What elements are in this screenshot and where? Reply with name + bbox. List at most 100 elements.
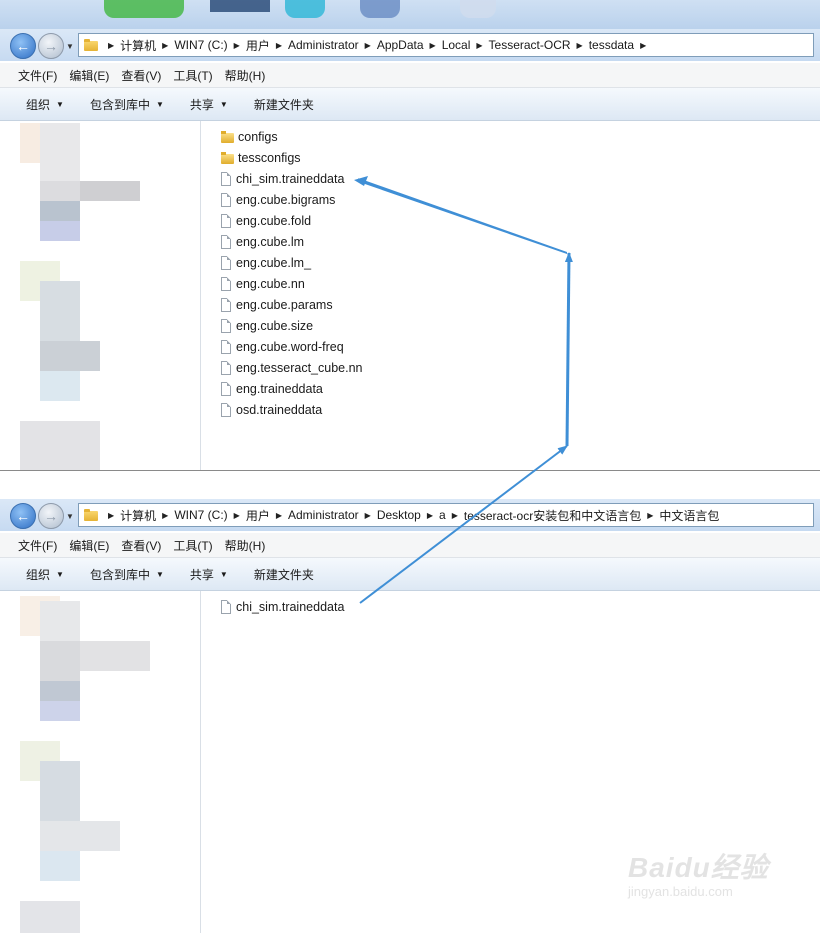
- file-name: eng.cube.size: [236, 318, 314, 333]
- share-button[interactable]: 共享 ▼: [190, 96, 228, 113]
- breadcrumb-item[interactable]: a: [439, 508, 446, 522]
- back-button[interactable]: ←: [10, 33, 36, 59]
- chevron-down-icon: ▼: [219, 569, 228, 579]
- file-icon: [221, 171, 231, 186]
- file-item[interactable]: eng.cube.fold: [221, 210, 362, 231]
- share-label: 共享: [189, 567, 214, 582]
- include-in-library-button[interactable]: 包含到库中 ▼: [90, 96, 164, 113]
- organize-button[interactable]: 组织 ▼: [26, 566, 64, 583]
- file-item[interactable]: eng.cube.size: [221, 315, 362, 336]
- folder-icon: [84, 509, 98, 521]
- menu-bar: 文件(F) 编辑(E) 查看(V) 工具(T) 帮助(H): [0, 63, 820, 88]
- breadcrumb-separator-icon[interactable]: ▶: [108, 41, 114, 50]
- chevron-down-icon: ▼: [56, 569, 64, 579]
- file-item[interactable]: eng.tesseract_cube.nn: [221, 357, 362, 378]
- file-item[interactable]: chi_sim.traineddata: [221, 596, 344, 617]
- command-bar: 组织 ▼ 包含到库中 ▼ 共享 ▼ 新建文件夹: [0, 88, 820, 121]
- breadcrumb-item[interactable]: 用户: [246, 507, 270, 524]
- file-item[interactable]: eng.traineddata: [221, 378, 362, 399]
- chevron-down-icon: ▼: [155, 99, 164, 109]
- include-in-library-button[interactable]: 包含到库中 ▼: [90, 566, 164, 583]
- file-item[interactable]: eng.cube.lm: [221, 231, 362, 252]
- breadcrumb-item[interactable]: Administrator: [288, 508, 359, 522]
- file-icon: [221, 255, 231, 270]
- breadcrumb-separator-icon[interactable]: ▶: [162, 511, 168, 520]
- breadcrumb-item[interactable]: 用户: [246, 37, 270, 54]
- file-item[interactable]: chi_sim.traineddata: [221, 168, 362, 189]
- watermark-url: jingyan.baidu.com: [628, 884, 733, 899]
- file-name: tessconfigs: [238, 150, 301, 165]
- organize-label: 组织: [26, 567, 51, 582]
- breadcrumb-item[interactable]: Administrator: [288, 38, 359, 52]
- file-name: eng.cube.lm_: [236, 255, 312, 270]
- recent-pages-dropdown[interactable]: ▼: [66, 42, 74, 51]
- file-item[interactable]: eng.cube.nn: [221, 273, 362, 294]
- breadcrumb-separator-icon[interactable]: ▶: [365, 41, 371, 50]
- breadcrumb[interactable]: ▶ 计算机 ▶ WIN7 (C:) ▶ 用户 ▶ Administrator ▶…: [78, 503, 814, 527]
- navigation-pane-blurred: [0, 591, 201, 933]
- forward-button[interactable]: →: [38, 503, 64, 529]
- file-name: chi_sim.traineddata: [236, 599, 345, 614]
- watermark: Baidu经验 jingyan.baidu.com: [628, 846, 769, 899]
- file-item[interactable]: eng.cube.word-freq: [221, 336, 362, 357]
- folder-item[interactable]: configs: [221, 126, 362, 147]
- breadcrumb-separator-icon[interactable]: ▶: [476, 41, 482, 50]
- breadcrumb-separator-icon[interactable]: ▶: [365, 511, 371, 520]
- breadcrumb-separator-icon[interactable]: ▶: [234, 511, 240, 520]
- breadcrumb-separator-icon[interactable]: ▶: [647, 511, 653, 520]
- include-library-label: 包含到库中: [89, 97, 150, 112]
- breadcrumb-separator-icon[interactable]: ▶: [640, 41, 646, 50]
- file-name: eng.tesseract_cube.nn: [236, 360, 363, 375]
- breadcrumb-separator-icon[interactable]: ▶: [577, 41, 583, 50]
- file-item[interactable]: eng.cube.lm_: [221, 252, 362, 273]
- back-button[interactable]: ←: [10, 503, 36, 529]
- menu-help[interactable]: 帮助(H): [207, 67, 274, 84]
- organize-label: 组织: [26, 97, 51, 112]
- breadcrumb-separator-icon[interactable]: ▶: [108, 511, 114, 520]
- file-list: configs tessconfigs chi_sim.traineddataeng…: [221, 126, 362, 420]
- breadcrumb-separator-icon[interactable]: ▶: [452, 511, 458, 520]
- breadcrumb-item[interactable]: Tesseract-OCR: [489, 38, 571, 52]
- folder-icon: [84, 39, 98, 51]
- breadcrumb-separator-icon[interactable]: ▶: [430, 41, 436, 50]
- breadcrumb-item[interactable]: tesseract-ocr安装包和中文语言包: [464, 507, 641, 524]
- breadcrumb-item[interactable]: Local: [442, 38, 471, 52]
- breadcrumb-item[interactable]: WIN7 (C:): [174, 508, 227, 522]
- breadcrumb-separator-icon[interactable]: ▶: [234, 41, 240, 50]
- file-item[interactable]: eng.cube.bigrams: [221, 189, 362, 210]
- breadcrumb-item[interactable]: WIN7 (C:): [174, 38, 227, 52]
- file-item[interactable]: eng.cube.params: [221, 294, 362, 315]
- breadcrumb-separator-icon[interactable]: ▶: [162, 41, 168, 50]
- breadcrumb-item[interactable]: 中文语言包: [659, 507, 719, 524]
- breadcrumb-item[interactable]: 计算机: [120, 507, 156, 524]
- menu-help[interactable]: 帮助(H): [207, 537, 274, 554]
- file-name: eng.cube.params: [236, 297, 333, 312]
- chevron-down-icon: ▼: [219, 99, 228, 109]
- breadcrumb-item[interactable]: AppData: [377, 38, 424, 52]
- share-button[interactable]: 共享 ▼: [190, 566, 228, 583]
- file-icon: [221, 234, 231, 249]
- file-name: eng.cube.lm: [236, 234, 305, 249]
- new-folder-button[interactable]: 新建文件夹: [254, 566, 314, 583]
- file-name: eng.cube.bigrams: [236, 192, 336, 207]
- breadcrumb[interactable]: ▶ 计算机 ▶ WIN7 (C:) ▶ 用户 ▶ Administrator ▶…: [78, 33, 814, 57]
- file-item[interactable]: osd.traineddata: [221, 399, 362, 420]
- breadcrumb-item[interactable]: 计算机: [120, 37, 156, 54]
- share-label: 共享: [189, 97, 214, 112]
- breadcrumb-separator-icon[interactable]: ▶: [276, 511, 282, 520]
- new-folder-button[interactable]: 新建文件夹: [254, 96, 314, 113]
- file-name: configs: [238, 129, 278, 144]
- file-icon: [221, 599, 231, 614]
- breadcrumb-item[interactable]: tessdata: [589, 38, 634, 52]
- watermark-logo: Baidu经验: [628, 852, 769, 883]
- forward-button[interactable]: →: [38, 33, 64, 59]
- breadcrumb-separator-icon[interactable]: ▶: [427, 511, 433, 520]
- file-name: eng.traineddata: [236, 381, 323, 396]
- file-icon: [221, 381, 231, 396]
- breadcrumb-separator-icon[interactable]: ▶: [276, 41, 282, 50]
- recent-pages-dropdown[interactable]: ▼: [66, 512, 74, 521]
- file-icon: [221, 402, 231, 417]
- breadcrumb-item[interactable]: Desktop: [377, 508, 421, 522]
- organize-button[interactable]: 组织 ▼: [26, 96, 64, 113]
- folder-item[interactable]: tessconfigs: [221, 147, 362, 168]
